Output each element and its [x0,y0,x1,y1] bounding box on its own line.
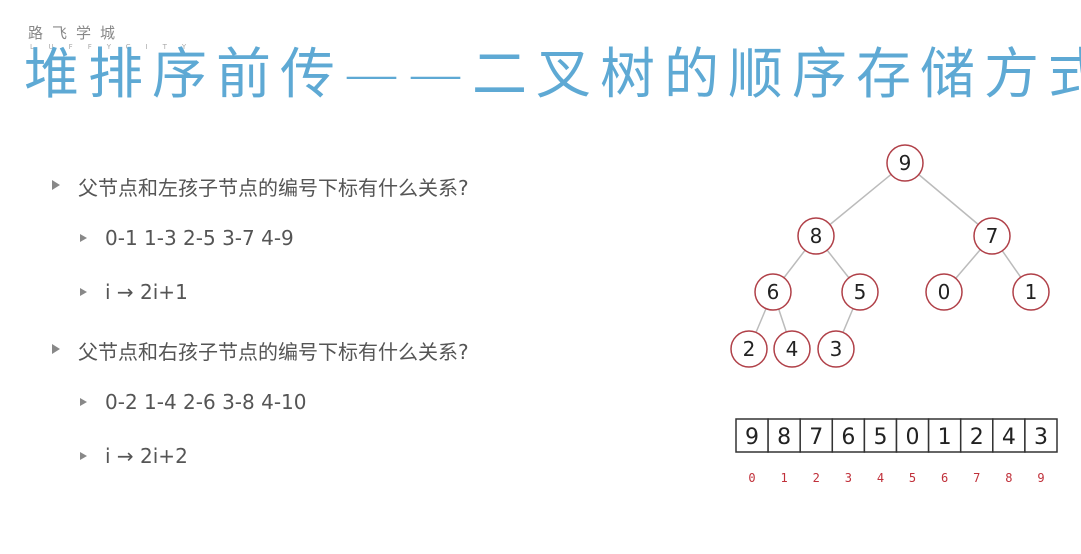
array-index: 9 [1037,471,1044,485]
array-cell: 7 [799,418,834,453]
cell-value: 0 [906,425,920,450]
tree-node: 5 [841,273,879,311]
cell-value: 7 [809,425,823,450]
node-value: 1 [1025,280,1038,304]
array-index: 1 [781,471,788,485]
node-value: 3 [830,337,843,361]
array-index: 8 [1005,471,1012,485]
tree-node: 9 [886,144,924,182]
node-value: 7 [986,224,999,248]
cell-value: 1 [938,425,952,450]
array-cell: 5 [863,418,898,453]
node-value: 6 [767,280,780,304]
array-cell: 6 [831,418,866,453]
node-value: 5 [854,280,867,304]
node-value: 4 [786,337,799,361]
array-index: 0 [748,471,755,485]
node-value: 0 [938,280,951,304]
cell-value: 4 [1002,425,1016,450]
array-cell: 4 [992,418,1026,453]
array-cell: 0 [895,418,930,453]
cell-value: 9 [745,425,759,450]
tree-node: 0 [925,273,963,311]
cell-value: 8 [777,425,791,450]
cell-value: 2 [970,425,984,450]
tree-node: 6 [754,273,792,311]
node-value: 2 [743,337,756,361]
array-index: 3 [845,471,852,485]
array-index: 6 [941,471,948,485]
array-index: 2 [813,471,820,485]
array-cell: 8 [767,418,801,453]
node-value: 9 [899,151,912,175]
cell-value: 3 [1034,425,1048,450]
node-value: 8 [810,224,823,248]
array-index: 5 [909,471,916,485]
tree-node: 8 [797,217,835,255]
tree-node: 2 [730,330,768,368]
array-cell: 1 [927,418,962,453]
tree-node: 7 [973,217,1011,255]
array-cell: 3 [1024,418,1058,453]
tree-node: 4 [773,330,811,368]
array-index: 4 [877,471,884,485]
array-index: 7 [973,471,980,485]
array-cell: 2 [959,418,994,453]
tree-node: 3 [817,330,855,368]
tree-node: 1 [1012,273,1050,311]
cell-value: 5 [873,425,887,450]
array-cell: 9 [735,418,769,453]
cell-value: 6 [841,425,855,450]
binary-tree-figure: 98 76 5 0 12 4 390817263540516274839 [730,144,1058,485]
